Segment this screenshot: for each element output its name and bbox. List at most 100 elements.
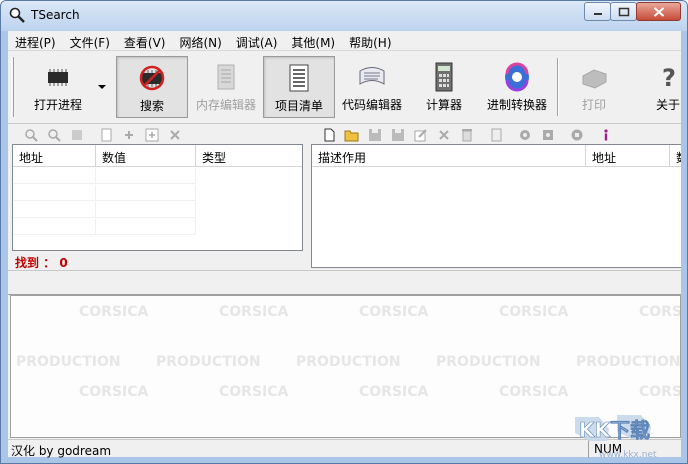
item-list-label: 项目清单	[274, 99, 323, 113]
printer-icon	[582, 69, 607, 89]
title-bar[interactable]: TSearch	[1, 1, 687, 31]
found-count: 找到 ： 0	[15, 256, 68, 270]
watermark-text: CORSICA	[359, 384, 429, 400]
search-results-header: 地址 数值 类型	[13, 145, 302, 167]
menu-help[interactable]: 帮助(H)	[342, 31, 398, 51]
watermark-text: PRODUCTION	[296, 354, 401, 370]
toolbar-separator	[557, 58, 559, 116]
item-list-table[interactable]: 描述作用 地址 数	[311, 144, 681, 268]
close-icon	[653, 6, 664, 17]
column-address[interactable]: 地址	[13, 145, 96, 167]
checklist-icon	[289, 64, 309, 92]
table-row	[13, 185, 196, 201]
save-icon[interactable]	[366, 126, 384, 144]
open-process-button[interactable]: 打开进程	[22, 56, 94, 118]
menu-view[interactable]: 查看(V)	[117, 31, 173, 51]
converter-icon	[505, 62, 529, 92]
search-toolbar	[22, 125, 189, 145]
minimize-button[interactable]	[584, 2, 611, 21]
delete-icon[interactable]	[166, 126, 184, 144]
print-label: 打印	[581, 98, 606, 112]
add-icon[interactable]	[120, 126, 138, 144]
chip-search-icon	[139, 65, 165, 91]
zoom-search-icon[interactable]	[45, 126, 63, 144]
gear-icon[interactable]	[516, 126, 534, 144]
watermark-text: CORSICA	[219, 304, 289, 320]
column-value[interactable]: 数值	[96, 145, 196, 167]
svg-text:KK下载: KK下载	[579, 418, 650, 442]
code-editor-label: 代码编辑器	[341, 98, 402, 112]
page-icon[interactable]	[487, 126, 505, 144]
watermark-text: CORSICA	[359, 304, 429, 320]
info-icon[interactable]	[597, 126, 615, 144]
open-process-dropdown-icon[interactable]	[98, 85, 106, 89]
close-button[interactable]	[636, 2, 681, 21]
watermark-text: CORSICA	[79, 384, 149, 400]
menu-bar: 进程(P) 文件(F) 查看(V) 网络(N) 调试(A) 其他(M) 帮助(H…	[8, 31, 681, 51]
add-box-icon[interactable]	[143, 126, 161, 144]
column-type[interactable]: 类型	[196, 145, 302, 167]
maximize-button[interactable]	[610, 2, 637, 21]
new-file-icon[interactable]	[320, 126, 338, 144]
watermark-text: PRODUCTION	[156, 354, 261, 370]
menu-other[interactable]: 其他(M)	[284, 31, 342, 51]
minimize-icon	[593, 12, 602, 15]
toolbar-grip[interactable]	[11, 57, 14, 117]
base-converter-button[interactable]: 进制转换器	[480, 56, 554, 118]
watermark-text: CORSICA	[219, 384, 289, 400]
kkx-site-logo: KK下载 www.kkx.net	[575, 415, 657, 460]
lock-icon[interactable]	[568, 126, 586, 144]
watermark-text: CORSICA	[499, 384, 569, 400]
scroll-icon	[359, 67, 385, 85]
watermark-text: PRODUCTION	[436, 354, 541, 370]
save-as-icon[interactable]	[389, 126, 407, 144]
menu-file[interactable]: 文件(F)	[63, 31, 117, 51]
filter-icon[interactable]	[68, 126, 86, 144]
column-description[interactable]: 描述作用	[312, 145, 586, 167]
edit-icon[interactable]	[412, 126, 430, 144]
zoom-in-icon[interactable]	[22, 126, 40, 144]
item-list-button[interactable]: 项目清单	[263, 56, 335, 118]
menu-network[interactable]: 网络(N)	[172, 31, 228, 51]
open-folder-icon[interactable]	[343, 126, 361, 144]
about-button[interactable]: ? 关于	[648, 56, 687, 118]
settings-icon[interactable]	[539, 126, 557, 144]
app-window: TSearch 进程(P) 文件(F) 查看(V) 网络(N) 调试(A) 其他…	[0, 0, 688, 464]
chip-icon	[48, 69, 68, 86]
table-row	[13, 202, 196, 218]
magnifier-app-icon	[9, 7, 25, 23]
column-item-address[interactable]: 地址	[586, 145, 670, 167]
memory-editor-icon	[217, 64, 235, 90]
menu-debug[interactable]: 调试(A)	[229, 31, 285, 51]
svg-text:?: ?	[662, 64, 676, 92]
search-label: 搜索	[139, 99, 164, 113]
code-editor-button[interactable]: 代码编辑器	[338, 56, 406, 118]
item-list-toolbar	[320, 125, 620, 145]
remove-icon[interactable]	[435, 126, 453, 144]
menu-process[interactable]: 进程(P)	[8, 31, 63, 51]
print-button[interactable]: 打印	[564, 56, 624, 118]
table-row	[13, 168, 196, 184]
svg-text:www.kkx.net: www.kkx.net	[599, 450, 657, 460]
column-item-value[interactable]: 数	[670, 145, 681, 167]
help-icon: ?	[662, 64, 676, 92]
search-results-table[interactable]: 地址 数值 类型	[12, 144, 303, 251]
search-button[interactable]: 搜索	[116, 56, 188, 118]
pane-splitter[interactable]	[8, 270, 681, 295]
watermark-text: CORSICA	[639, 384, 680, 400]
watermark-text: CORSICA	[79, 304, 149, 320]
watermark-text: PRODUCTION	[16, 354, 121, 370]
watermark-text: CORSICA	[639, 304, 680, 320]
memory-editor-label: 内存编辑器	[195, 98, 256, 112]
trash-icon[interactable]	[458, 126, 476, 144]
window-title: TSearch	[31, 8, 80, 22]
watermark-text: PRODUCTION	[576, 354, 681, 370]
watermark-text: CORSICA	[499, 304, 569, 320]
calculator-button[interactable]: 计算器	[414, 56, 474, 118]
memory-editor-button[interactable]: 内存编辑器	[190, 56, 262, 118]
main-toolbar: 打开进程 搜索 内存编辑器 项目清单 代码编辑器 计算器 进制转换器 打印 ? …	[8, 52, 681, 124]
client-area: 进程(P) 文件(F) 查看(V) 网络(N) 调试(A) 其他(M) 帮助(H…	[8, 31, 681, 458]
open-process-label: 打开进程	[33, 98, 82, 112]
document-icon[interactable]	[97, 126, 115, 144]
status-text: 汉化 by godream	[11, 444, 112, 458]
